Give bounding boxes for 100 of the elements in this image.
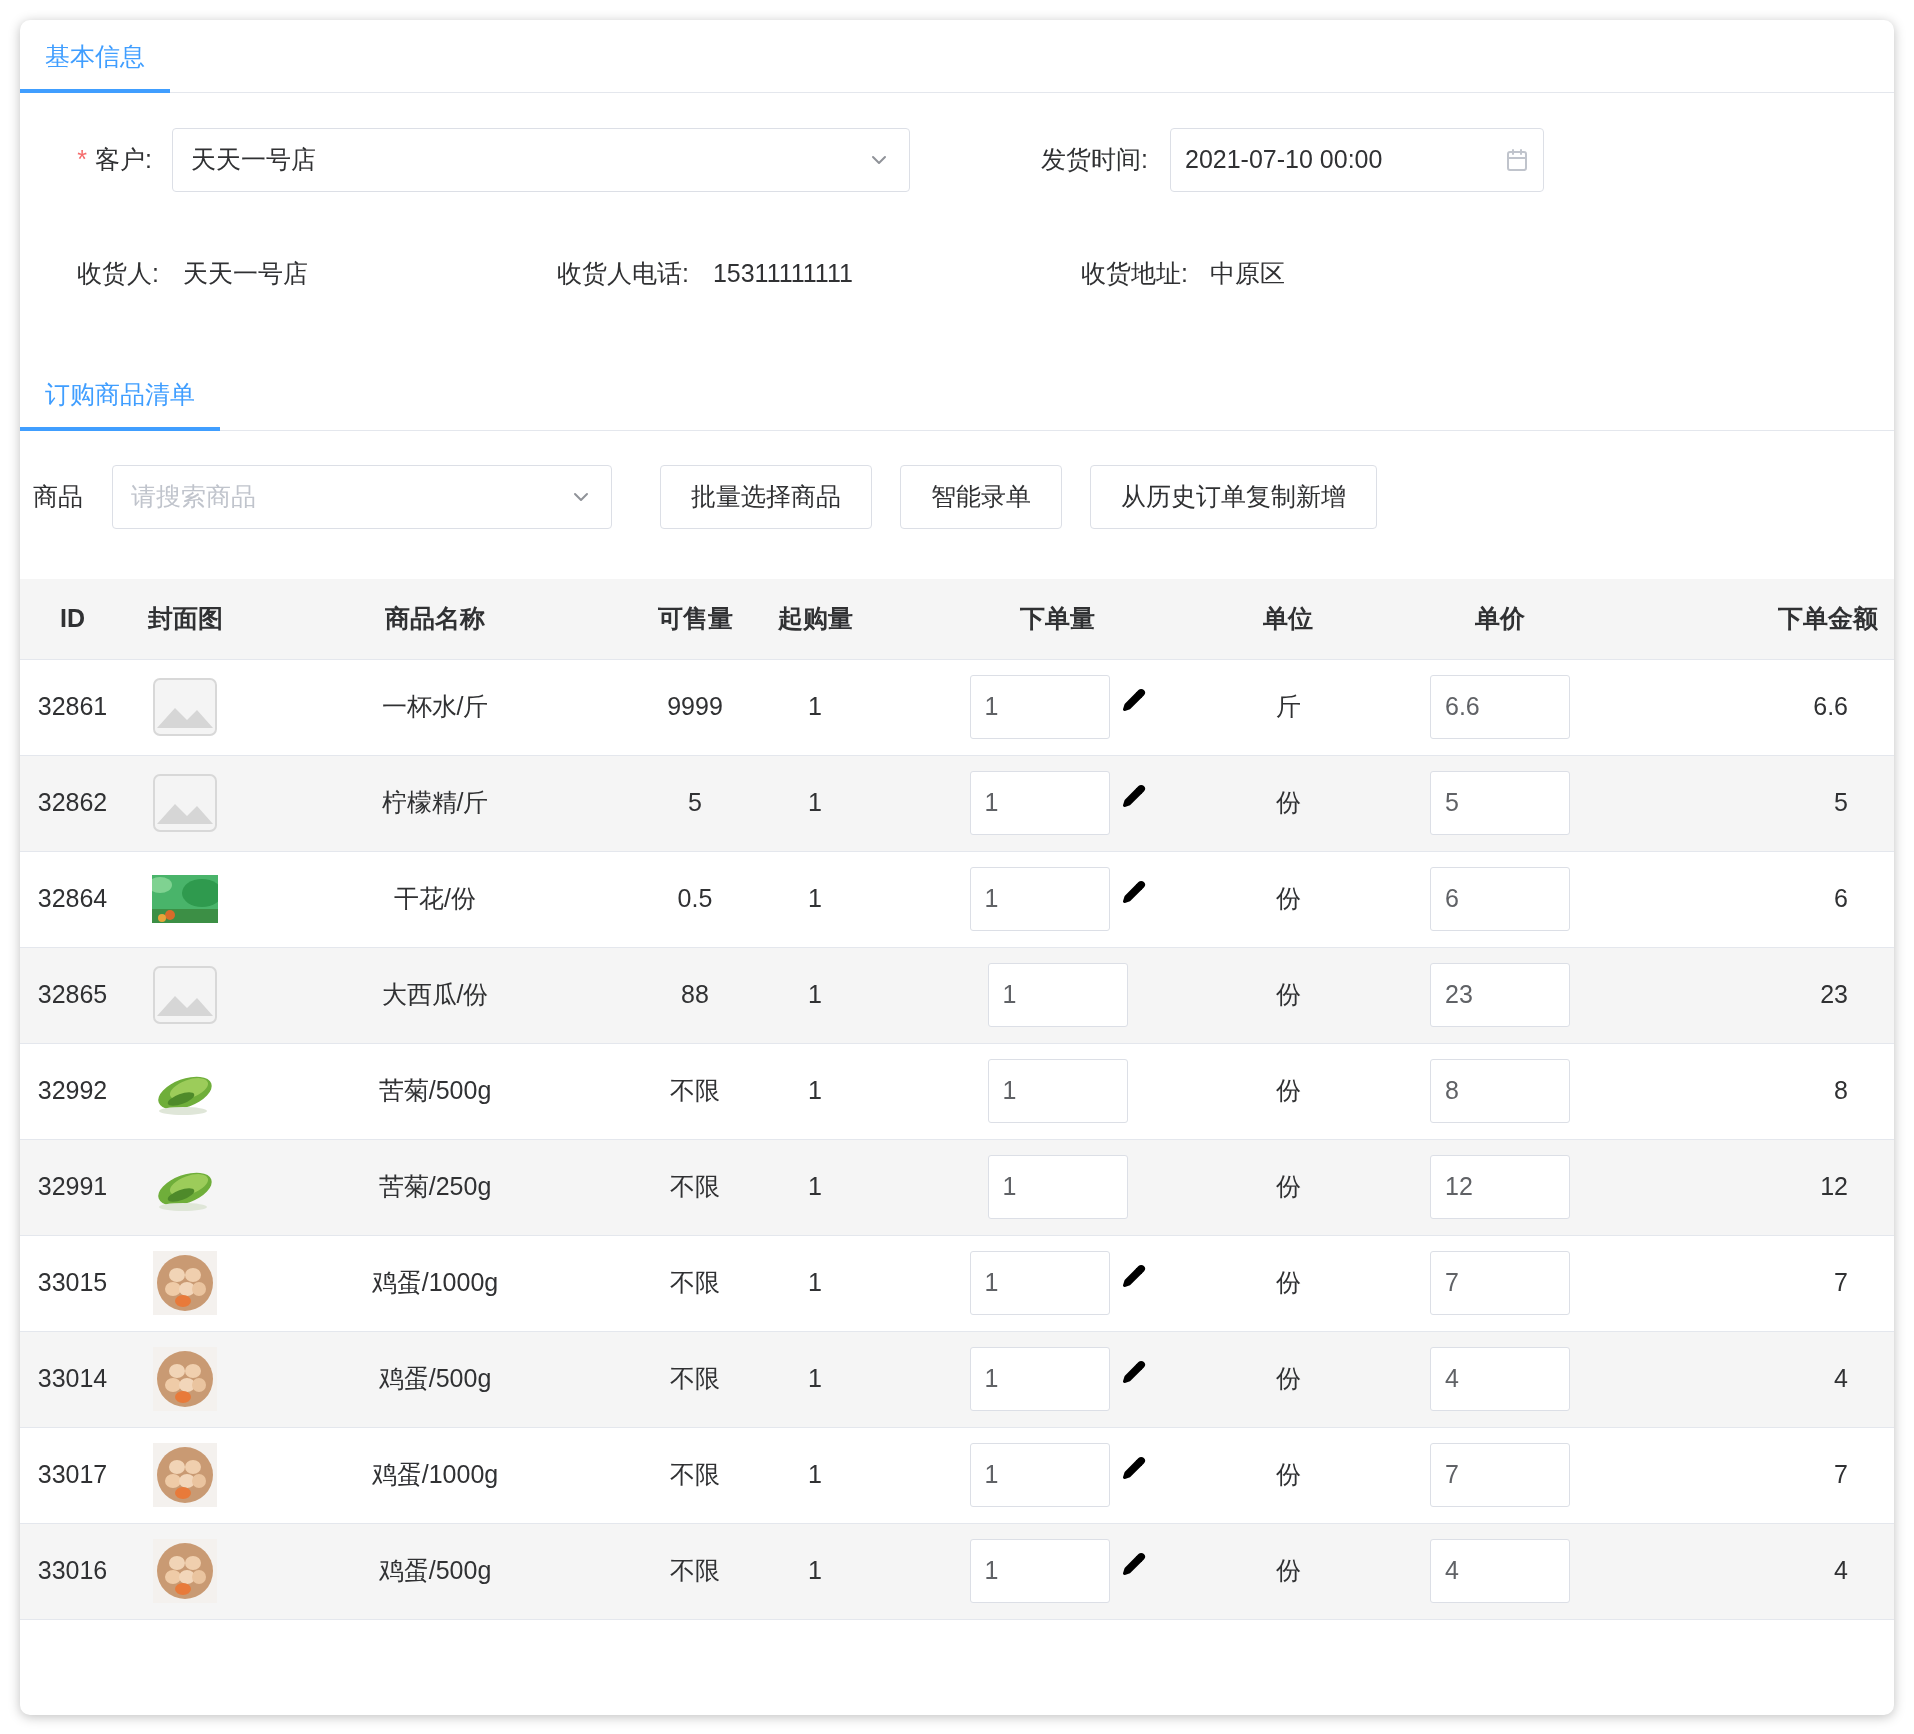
field-label: 收货人电话: — [556, 258, 689, 290]
table-cell: 不限 — [625, 1427, 765, 1523]
table-cell: 不限 — [625, 1523, 765, 1619]
pencil-icon[interactable] — [1121, 1264, 1146, 1288]
price-input[interactable]: 23 — [1430, 963, 1570, 1027]
pencil-icon[interactable] — [1121, 1360, 1146, 1384]
column-header: 商品名称 — [245, 579, 625, 659]
table-cell: 32862 — [20, 755, 125, 851]
pencil-icon[interactable] — [1121, 784, 1146, 808]
image-placeholder-icon — [153, 678, 217, 736]
table-cell: 88 — [625, 947, 765, 1043]
column-header: 可售量 — [625, 579, 765, 659]
toolbar-button[interactable]: 智能录单 — [900, 465, 1062, 529]
price-input[interactable]: 7 — [1430, 1443, 1570, 1507]
table-cell: 大西瓜/份 — [245, 947, 625, 1043]
column-header: 单位 — [1250, 579, 1326, 659]
table-cell: 份 — [1250, 1235, 1326, 1331]
toolbar-button[interactable]: 从历史订单复制新增 — [1090, 465, 1377, 529]
image-placeholder-icon — [153, 774, 217, 832]
price-input[interactable]: 6.6 — [1430, 675, 1570, 739]
table-cell: 不限 — [625, 1139, 765, 1235]
field-label: 客户: — [95, 144, 152, 176]
table-cell: 1 — [765, 1235, 865, 1331]
table-cell: 32861 — [20, 659, 125, 755]
table-cell: 不限 — [625, 1043, 765, 1139]
quantity-input[interactable]: 1 — [969, 1347, 1110, 1411]
image-placeholder-icon — [153, 966, 217, 1024]
table-cell: 1 — [765, 1523, 865, 1619]
price-input[interactable]: 4 — [1430, 1539, 1570, 1603]
required-mark: * — [77, 144, 88, 176]
price-input[interactable]: 4 — [1430, 1347, 1570, 1411]
table-cell: 1 — [765, 659, 865, 755]
table-cell: 份 — [1250, 1139, 1326, 1235]
quantity-input[interactable]: 1 — [969, 771, 1110, 835]
field-label: 商品 — [33, 481, 84, 513]
table-cell: 6 — [1674, 851, 1894, 947]
column-header: 下单金额 — [1674, 579, 1894, 659]
field-label: 发货时间: — [1041, 144, 1148, 176]
table-cell: 柠檬精/斤 — [245, 755, 625, 851]
table-cell: 鸡蛋/500g — [245, 1523, 625, 1619]
table-cell: 7 — [1674, 1427, 1894, 1523]
table-cell: 份 — [1250, 851, 1326, 947]
table-cell: 一杯水/斤 — [245, 659, 625, 755]
table-cell: 4 — [1674, 1331, 1894, 1427]
table-cell: 32864 — [20, 851, 125, 947]
table-cell: 不限 — [625, 1331, 765, 1427]
field-value: 15311111111 — [712, 258, 854, 290]
pencil-icon[interactable] — [1121, 880, 1146, 904]
price-input[interactable]: 6 — [1430, 867, 1570, 931]
table-cell: 8 — [1674, 1043, 1894, 1139]
table-cell: 鸡蛋/1000g — [245, 1235, 625, 1331]
date-field[interactable]: 2021-07-10 00:00 — [1170, 128, 1544, 192]
table-cell: 32865 — [20, 947, 125, 1043]
table-cell: 1 — [765, 851, 865, 947]
quantity-input[interactable]: 1 — [969, 1251, 1110, 1315]
column-header: 下单量 — [865, 579, 1250, 659]
table-cell: 1 — [765, 755, 865, 851]
price-input[interactable]: 12 — [1430, 1155, 1570, 1219]
quantity-input[interactable]: 1 — [987, 963, 1128, 1027]
table-cell: 6.6 — [1674, 659, 1894, 755]
table-cell: 33016 — [20, 1523, 125, 1619]
table-cell: 5 — [625, 755, 765, 851]
customer-select[interactable]: 天天一号店 — [172, 128, 910, 192]
field-label: 收货人: — [77, 258, 159, 290]
table-cell: 1 — [765, 1331, 865, 1427]
toolbar-button[interactable]: 批量选择商品 — [660, 465, 872, 529]
price-input[interactable]: 7 — [1430, 1251, 1570, 1315]
quantity-input[interactable]: 1 — [969, 1443, 1110, 1507]
column-header: ID — [20, 579, 125, 659]
table-cell: 1 — [765, 1139, 865, 1235]
pencil-icon[interactable] — [1121, 1456, 1146, 1480]
table-cell: 23 — [1674, 947, 1894, 1043]
price-input[interactable]: 8 — [1430, 1059, 1570, 1123]
table-cell: 7 — [1674, 1235, 1894, 1331]
quantity-input[interactable]: 1 — [987, 1059, 1128, 1123]
table-cell: 份 — [1250, 947, 1326, 1043]
table-cell: 32991 — [20, 1139, 125, 1235]
calendar-icon — [1505, 148, 1529, 172]
table-cell: 4 — [1674, 1523, 1894, 1619]
table-cell: 鸡蛋/1000g — [245, 1427, 625, 1523]
quantity-input[interactable]: 1 — [987, 1155, 1128, 1219]
table-cell: 12 — [1674, 1139, 1894, 1235]
pencil-icon[interactable] — [1121, 688, 1146, 712]
price-input[interactable]: 5 — [1430, 771, 1570, 835]
table-cell: 33015 — [20, 1235, 125, 1331]
quantity-input[interactable]: 1 — [969, 867, 1110, 931]
table-cell: 0.5 — [625, 851, 765, 947]
field-label: 收货地址: — [1080, 258, 1188, 290]
table-cell: 份 — [1250, 755, 1326, 851]
quantity-input[interactable]: 1 — [969, 1539, 1110, 1603]
field-value: 中原区 — [1209, 258, 1285, 290]
column-header: 起购量 — [765, 579, 865, 659]
table-cell: 干花/份 — [245, 851, 625, 947]
table-cell: 份 — [1250, 1523, 1326, 1619]
pencil-icon[interactable] — [1121, 1552, 1146, 1576]
table-cell: 份 — [1250, 1427, 1326, 1523]
table-cell: 份 — [1250, 1043, 1326, 1139]
quantity-input[interactable]: 1 — [969, 675, 1110, 739]
table-cell: 不限 — [625, 1235, 765, 1331]
table-cell: 9999 — [625, 659, 765, 755]
